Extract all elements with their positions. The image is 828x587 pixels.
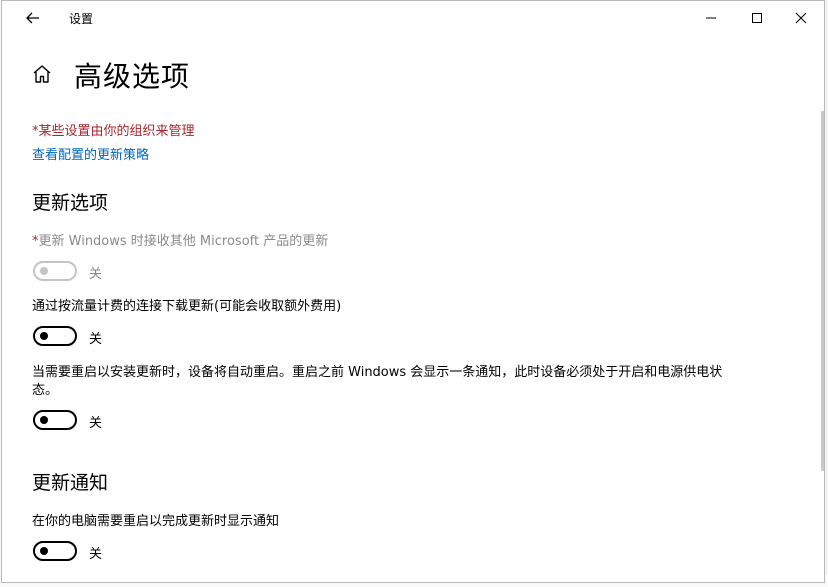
toggle-other-products[interactable] xyxy=(33,261,77,281)
toggle-show-notification[interactable] xyxy=(33,541,77,561)
option-label-other-products: *更新 Windows 时接收其他 Microsoft 产品的更新 xyxy=(32,233,328,251)
minimize-icon xyxy=(706,17,716,18)
maximize-button[interactable] xyxy=(734,1,780,34)
page-title: 高级选项 xyxy=(74,60,191,93)
settings-window: 设置 高级选项 *某些设置由你的组织来管理 查看配置的更新策略 更新选项 *更新… xyxy=(1,0,825,583)
toggle-knob xyxy=(40,332,48,340)
option-label-show-notification: 在你的电脑需要重启以完成更新时显示通知 xyxy=(32,514,280,529)
close-icon xyxy=(795,12,807,23)
toggle-metered[interactable] xyxy=(33,326,77,346)
toggle-state-metered: 关 xyxy=(89,332,103,347)
toggle-knob xyxy=(40,547,48,555)
section-heading-update-notifications: 更新通知 xyxy=(32,472,109,494)
toggle-knob xyxy=(40,267,48,275)
minimize-button[interactable] xyxy=(688,1,734,34)
view-policies-link[interactable]: 查看配置的更新策略 xyxy=(32,144,149,163)
close-button[interactable] xyxy=(778,1,824,34)
toggle-restart[interactable] xyxy=(33,410,77,430)
option-label-restart-line1: 当需要重启以安装更新时，设备将自动重启。重启之前 Windows 会显示一条通知… xyxy=(32,365,723,380)
arrow-left-icon xyxy=(26,12,39,24)
org-managed-notice: *某些设置由你的组织来管理 xyxy=(32,124,195,139)
toggle-state-show-notification: 关 xyxy=(89,547,103,562)
back-button[interactable] xyxy=(18,6,48,30)
maximize-icon xyxy=(752,12,762,23)
option-label-other-products-text: 更新 Windows 时接收其他 Microsoft 产品的更新 xyxy=(38,234,329,249)
toggle-knob xyxy=(40,416,48,424)
option-label-metered: 通过按流量计费的连接下载更新(可能会收取额外费用) xyxy=(32,299,342,314)
section-heading-update-options: 更新选项 xyxy=(32,192,109,214)
title-bar: 设置 xyxy=(2,1,824,34)
option-label-restart-line2: 态。 xyxy=(32,383,59,398)
toggle-state-other-products: 关 xyxy=(89,267,103,282)
toggle-state-restart: 关 xyxy=(89,416,103,431)
home-icon[interactable] xyxy=(31,63,53,85)
scrollbar-thumb[interactable] xyxy=(821,111,824,471)
app-title: 设置 xyxy=(69,12,94,26)
